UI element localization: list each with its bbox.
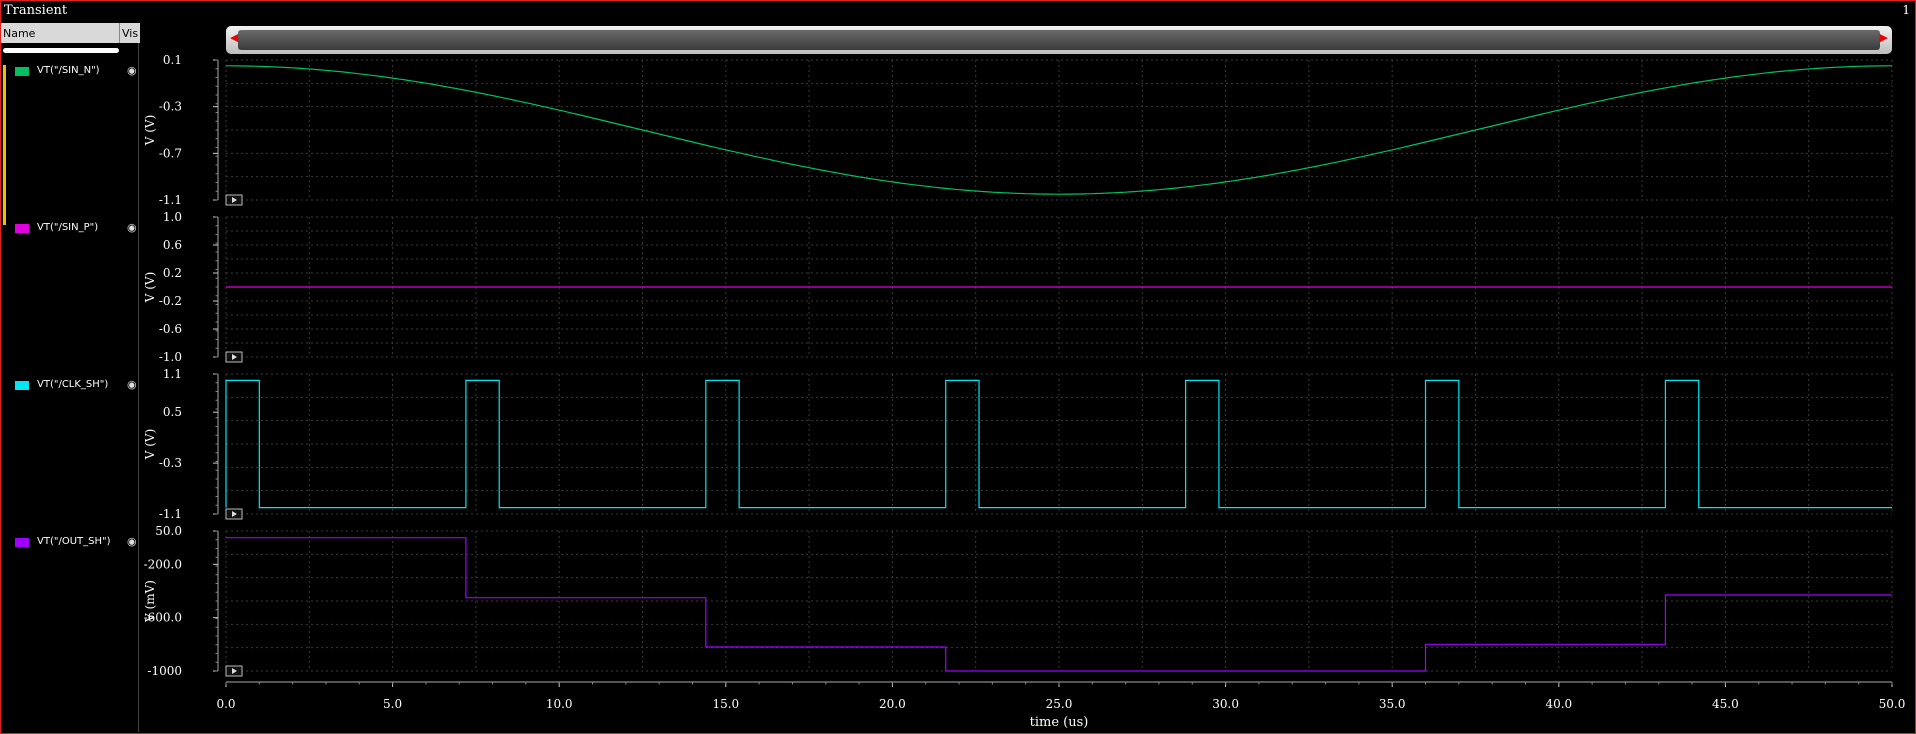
y-tick-label: -1000 [147,664,182,678]
y-tick-label: 0.1 [163,53,182,67]
y-tick-label: -1.0 [159,350,182,364]
y-tick-label: -1.1 [159,507,182,521]
y-tick-label: 50.0 [155,524,182,538]
waveform-chart: 0.0 5.0 10.0 15.0 20.0 25.0 30.0 35.0 40.0 45.0 50… [143,53,1906,730]
y-tick-label: -0.7 [159,146,182,160]
x-axis-label: time (us) [1030,715,1089,730]
y-tick-label: -0.3 [159,100,182,114]
x-tick-label: 35.0 [1379,697,1406,711]
y-tick-label: -0.3 [159,456,182,470]
y-axis-label: V (V) [143,115,157,147]
y-tick-label: -200.0 [144,557,182,571]
y-axis-label: V (mV) [143,580,157,623]
y-tick-label: 0.2 [163,266,182,280]
x-tick-label: 0.0 [216,697,235,711]
x-tick-label: 50.0 [1879,697,1906,711]
y-tick-label: -0.6 [159,322,182,336]
y-tick-label: 1.0 [163,210,182,224]
x-tick-label: 40.0 [1545,697,1572,711]
y-axis-label: V (V) [143,429,157,461]
y-tick-label: -1.1 [159,193,182,207]
x-tick-label: 5.0 [383,697,402,711]
x-tick-label: 10.0 [546,697,573,711]
y-tick-label: -0.2 [159,294,182,308]
x-tick-label: 20.0 [879,697,906,711]
y-axis-label: V (V) [143,272,157,304]
y-tick-label: 1.1 [163,367,182,381]
x-tick-label: 30.0 [1212,697,1239,711]
x-tick-label: 25.0 [1046,697,1073,711]
y-tick-label: 0.5 [163,405,182,419]
x-tick-label: 15.0 [712,697,739,711]
y-tick-label: 0.6 [163,238,182,252]
x-tick-label: 45.0 [1712,697,1739,711]
